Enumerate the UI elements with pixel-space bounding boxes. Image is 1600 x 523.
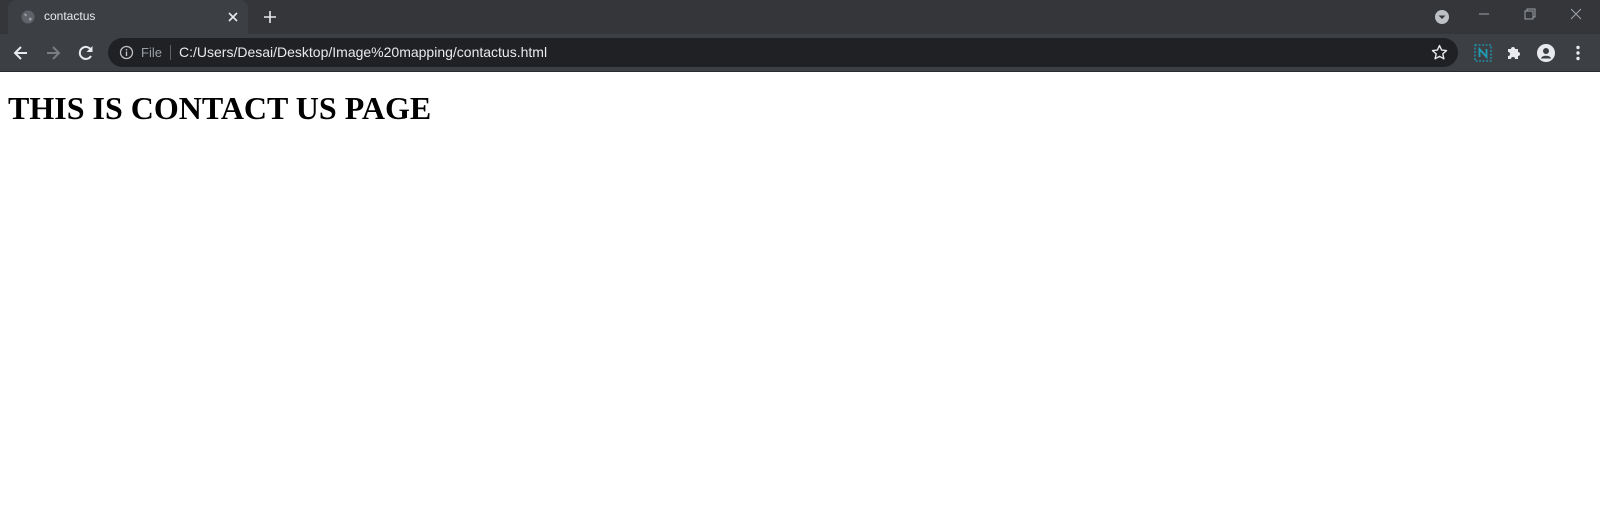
tab-search-icon[interactable] — [1434, 9, 1450, 25]
close-window-icon[interactable] — [1568, 6, 1584, 22]
close-tab-icon[interactable] — [227, 11, 239, 23]
info-icon[interactable] — [119, 45, 134, 60]
globe-icon — [21, 10, 35, 24]
star-icon[interactable] — [1431, 44, 1448, 61]
page-heading: THIS IS CONTACT US PAGE — [8, 90, 432, 126]
tab-contactus[interactable]: contactus — [8, 0, 248, 34]
menu-icon[interactable] — [1568, 43, 1588, 63]
reload-icon[interactable] — [76, 43, 96, 63]
new-tab-icon[interactable] — [262, 9, 278, 25]
page-content: THIS IS CONTACT US PAGE — [0, 72, 1600, 523]
url-scheme-label: File — [141, 45, 162, 60]
url-text[interactable]: C:/Users/Desai/Desktop/Image%20mapping/c… — [179, 44, 547, 60]
forward-icon[interactable] — [43, 43, 63, 63]
toolbar: File C:/Users/Desai/Desktop/Image%20mapp… — [0, 34, 1600, 72]
minimize-icon[interactable] — [1476, 6, 1492, 22]
puzzle-icon[interactable] — [1504, 43, 1524, 63]
extension-n-icon[interactable] — [1473, 43, 1493, 63]
tab-title: contactus — [44, 9, 96, 23]
restore-icon[interactable] — [1522, 6, 1538, 22]
title-bar: contactus — [0, 0, 1600, 34]
back-icon[interactable] — [11, 43, 31, 63]
divider — [170, 45, 171, 60]
address-bar[interactable]: File C:/Users/Desai/Desktop/Image%20mapp… — [108, 38, 1458, 67]
profile-icon[interactable] — [1536, 43, 1556, 63]
